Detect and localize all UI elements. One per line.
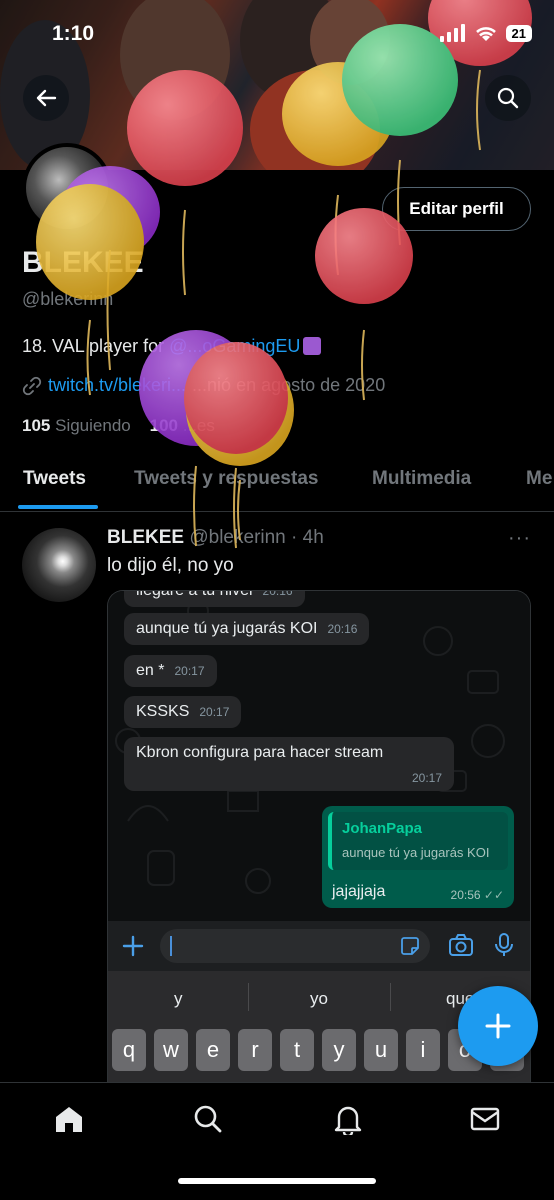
profile-name: BLEKEE: [22, 246, 144, 279]
keyboard-key: q: [112, 1029, 146, 1071]
keyboard-key: u: [364, 1029, 398, 1071]
chat-input-bar: [108, 921, 530, 971]
bio-mention-link[interactable]: @...oGamingEU: [169, 336, 300, 356]
reply-time: 20:56 ✓✓: [451, 888, 504, 902]
tab-active-indicator: [18, 505, 98, 509]
tab-tweets-replies[interactable]: Tweets y respuestas: [134, 468, 318, 490]
reply-text: jajajjaja: [332, 883, 386, 900]
compose-tweet-button[interactable]: [458, 986, 538, 1066]
bio-text: 18. VAL player for: [22, 336, 170, 356]
following-link[interactable]: 105 Siguiendo: [22, 416, 131, 435]
tweet-text: lo dijo él, no yo: [107, 555, 234, 576]
search-button[interactable]: [485, 75, 531, 121]
balloon: [184, 342, 288, 454]
followers-label: ...es: [182, 416, 215, 435]
keyboard-key: t: [280, 1029, 314, 1071]
tab-tweets[interactable]: Tweets: [23, 468, 86, 490]
status-icons: 21: [439, 24, 532, 42]
edit-profile-button[interactable]: Editar perfil: [382, 187, 531, 231]
bell-icon: [334, 1106, 362, 1135]
tab-media[interactable]: Multimedia: [372, 468, 471, 490]
chat-message-text: llegaré a tu nivel: [136, 590, 253, 599]
sticker-icon: [401, 937, 419, 955]
home-icon: [56, 1107, 82, 1132]
camera-icon: [449, 934, 473, 956]
chat-message-text: KSSKS: [136, 703, 190, 720]
back-button[interactable]: [23, 75, 69, 121]
keyboard-suggestion: yo: [310, 989, 328, 1008]
chat-message-time: 20:17: [174, 664, 205, 678]
keyboard-key: e: [196, 1029, 230, 1071]
chat-message-time: 20:16: [262, 590, 293, 598]
nav-search[interactable]: [190, 1101, 226, 1137]
followers-link[interactable]: 100 ...es: [150, 416, 215, 435]
keyboard-key: w: [154, 1029, 188, 1071]
suggestion-divider: [390, 983, 391, 1011]
wifi-icon: [475, 27, 496, 41]
home-indicator: [178, 1178, 376, 1184]
search-icon: [497, 87, 519, 109]
chat-reply-message: JohanPapa aunque tú ya jugarás KOI jajaj…: [322, 806, 514, 908]
following-label: Siguiendo: [55, 416, 131, 435]
chat-message: llegaré a tu nivel 20:16: [124, 590, 305, 607]
profile-bio: 18. VAL player for @...oGamingEU: [22, 336, 322, 357]
chat-text-field: [160, 929, 430, 963]
tweet-meta: @blekerinn · 4h: [189, 527, 324, 548]
battery-indicator: 21: [505, 24, 532, 42]
signal-icon: [439, 24, 465, 42]
plus-icon: [122, 935, 144, 957]
microphone-icon: [495, 933, 513, 956]
tweet-header: BLEKEE @blekerinn · 4h: [107, 527, 324, 549]
suggestion-divider: [248, 983, 249, 1011]
reply-time-text: 20:56: [450, 888, 481, 902]
keyboard-key: i: [406, 1029, 440, 1071]
followers-count: 100: [149, 416, 179, 435]
quoted-author: JohanPapa: [342, 820, 423, 837]
chat-message: en * 20:17: [124, 655, 217, 687]
chat-message-time: 20:17: [411, 771, 442, 785]
status-bar: 1:10 21: [0, 0, 554, 70]
nav-notifications[interactable]: [330, 1101, 366, 1137]
text-caret: [170, 936, 172, 956]
chat-message: KSSKS 20:17: [124, 696, 242, 728]
chat-message-time: 20:16: [327, 622, 358, 636]
more-options-icon[interactable]: ···: [508, 527, 531, 550]
profile-tabs: Tweets Tweets y respuestas Multimedia Me: [0, 456, 554, 512]
chat-message: aunque tú ya jugarás KOI 20:16: [124, 613, 370, 645]
chat-message-time: 20:17: [199, 705, 230, 719]
keyboard-suggestion: y: [174, 989, 183, 1008]
status-time: 1:10: [52, 22, 95, 45]
double-check-icon: ✓✓: [483, 888, 504, 902]
profile-joined: ...nió en agosto de 2020: [192, 375, 386, 395]
chat-screenshot: llegaré a tu nivel 20:16 aunque tú ya jug…: [108, 590, 530, 921]
chat-message-text: Kbron configura para hacer stream: [136, 744, 384, 761]
tweet-avatar[interactable]: [22, 528, 96, 602]
profile-meta: twitch.tv/blekeri... ...nió en agosto de…: [22, 375, 385, 396]
keyboard-key: y: [322, 1029, 356, 1071]
link-icon: [22, 376, 42, 395]
keyboard-key: r: [238, 1029, 272, 1071]
quoted-text: aunque tú ya jugarás KOI: [342, 845, 490, 860]
purple-square-emoji: [303, 337, 322, 355]
chat-message: Kbron configura para hacer stream 20:17: [124, 737, 454, 791]
nav-home[interactable]: [51, 1101, 87, 1137]
nav-messages[interactable]: [467, 1101, 503, 1137]
chat-message-text: aunque tú ya jugarás KOI: [136, 620, 318, 637]
profile-follow-stats: 105 Siguiendo 100 ...es: [22, 416, 215, 436]
chat-message-text: en *: [136, 662, 165, 679]
mail-icon: [470, 1107, 500, 1131]
arrow-left-icon: [36, 89, 57, 107]
chat-quoted-message: JohanPapa aunque tú ya jugarás KOI: [328, 812, 508, 870]
profile-website-link[interactable]: twitch.tv/blekeri...: [48, 375, 186, 396]
balloon: [186, 354, 294, 466]
following-count: 105: [22, 416, 51, 435]
tab-likes[interactable]: Me: [526, 468, 552, 490]
tweet-author-name[interactable]: BLEKEE: [107, 527, 184, 548]
profile-avatar[interactable]: [22, 143, 112, 233]
search-icon: [194, 1105, 222, 1133]
plus-icon: [485, 1013, 511, 1039]
profile-handle: @blekerinn: [22, 289, 114, 309]
